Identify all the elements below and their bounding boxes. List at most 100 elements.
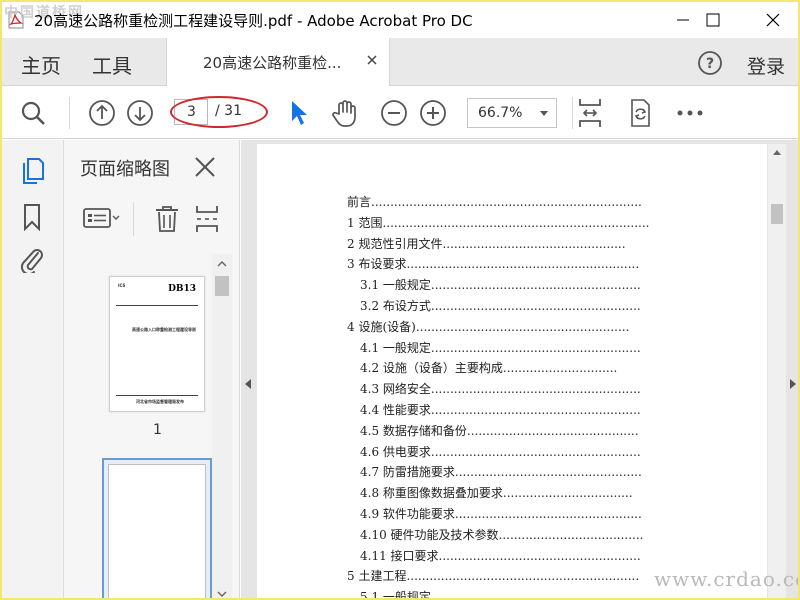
scrollbar-handle[interactable] [215, 276, 229, 296]
toc-entry[interactable]: 4.4 性能要求................................… [360, 402, 641, 418]
close-panel-icon[interactable] [194, 156, 216, 178]
fit-page-icon [579, 99, 601, 127]
scroll-up-icon[interactable] [773, 150, 781, 155]
thumbnail-header: DB13 [168, 284, 196, 294]
bookmark-icon [24, 204, 40, 231]
document-scrollbar[interactable] [768, 144, 786, 598]
toc-entry[interactable]: 2 规范性引用文件...............................… [347, 236, 626, 252]
tab-document[interactable]: 20高速公路称重检... [166, 38, 390, 86]
toc-entry[interactable]: 4 设施(设备)................................… [347, 319, 629, 335]
thumbnail-page [108, 464, 206, 598]
toc-entry[interactable]: 5.1 一般规定................................… [360, 589, 641, 598]
title-bar: 中国道桥网 20高速公路称重检测工程建设导则.pdf - Adobe Acrob… [2, 2, 798, 38]
tab-home[interactable]: 主页 [21, 50, 61, 79]
zoom-out-icon [381, 100, 407, 126]
toolbar-divider [572, 97, 573, 129]
red-annotation-ellipse [170, 96, 268, 128]
tab-tools[interactable]: 工具 [92, 50, 132, 79]
toc-entry[interactable]: 3 布设要求..................................… [347, 256, 639, 272]
thumbnail-footer: 河北省市场监督管理局发布 [136, 399, 184, 404]
zoom-value: 66.7% [478, 105, 523, 121]
toc-entry[interactable]: 前言......................................… [347, 194, 642, 210]
page-thumbnail-2[interactable] [102, 458, 212, 598]
help-icon[interactable]: ? [697, 50, 723, 76]
page-thumbnails-button[interactable] [18, 156, 46, 186]
thumbnail-options-button[interactable] [82, 204, 122, 236]
toc-entry[interactable]: 4.8 称重图像数据叠加要求..........................… [360, 485, 633, 501]
toolbar-divider [69, 97, 70, 129]
insert-page-button[interactable] [194, 204, 220, 238]
select-cursor-icon [292, 101, 307, 125]
toc-entry[interactable]: 4.6 供电要求................................… [360, 444, 641, 460]
more-tools-button[interactable] [675, 98, 705, 128]
zoom-out-button[interactable] [379, 98, 409, 128]
toc-entry[interactable]: 4.7 防雷措施要求..............................… [360, 464, 642, 480]
zoom-in-button[interactable] [418, 98, 448, 128]
rotate-icon [631, 99, 650, 127]
thumbnails-panel: 页面缩略图 ICS DB13 高速公路入口称重检测工程建设导则 河北省市场监督管… [64, 140, 240, 598]
collapse-right-icon[interactable] [790, 379, 796, 389]
document-tab-label: 20高速公路称重检... [203, 54, 342, 72]
close-tab-icon[interactable] [365, 53, 379, 67]
toc-entry[interactable]: 5 土建工程..................................… [347, 568, 639, 584]
main-toolbar: 3 / 31 66.7% [2, 87, 798, 139]
trash-icon [156, 206, 178, 232]
fit-page-button[interactable] [575, 98, 605, 128]
toc-entry[interactable]: 3.2 布设方式................................… [360, 298, 641, 314]
panel-divider [133, 202, 134, 236]
next-page-button[interactable] [125, 98, 155, 128]
maximize-button[interactable] [690, 2, 736, 38]
pdf-page: 前言......................................… [257, 144, 767, 598]
toc-entry[interactable]: 4.2 设施（设备）主要构成..........................… [360, 360, 617, 376]
attachments-button[interactable] [18, 244, 46, 274]
scrollbar-handle[interactable] [771, 204, 783, 224]
thumbnail-scrollbar[interactable] [212, 254, 232, 598]
toc-entry[interactable]: 4.11 接口要求...............................… [360, 548, 641, 564]
thumbnail-rule [116, 395, 198, 396]
tab-bar: 主页 工具 20高速公路称重检... ? 登录 [2, 38, 798, 86]
toc-entry[interactable]: 1 范围....................................… [347, 215, 649, 231]
thumbnail-title: 高速公路入口称重检测工程建设导则 [132, 327, 196, 332]
zoom-select[interactable]: 66.7% [467, 98, 557, 128]
toc-entry[interactable]: 3.1 一般规定................................… [360, 277, 641, 293]
thumbnail-ics-text: ICS [118, 283, 126, 288]
toc-entry[interactable]: 4.5 数据存储和备份.............................… [360, 423, 639, 439]
login-button[interactable]: 登录 [747, 52, 785, 79]
more-icon [677, 110, 703, 116]
search-button[interactable] [18, 98, 48, 128]
hand-tool-icon [332, 100, 356, 127]
toc-entry[interactable]: 4.1 一般规定................................… [360, 340, 641, 356]
select-tool-button[interactable] [283, 98, 313, 128]
page-thumbnail-1[interactable]: ICS DB13 高速公路入口称重检测工程建设导则 河北省市场监督管理局发布 [109, 276, 205, 412]
close-icon [766, 13, 780, 27]
collapse-left-icon[interactable] [245, 379, 251, 389]
chevron-down-icon [540, 111, 548, 116]
close-window-button[interactable] [750, 2, 796, 38]
document-viewport[interactable]: 前言......................................… [241, 140, 798, 598]
toc-entry[interactable]: 4.3 网络安全................................… [360, 381, 641, 397]
maximize-icon [706, 13, 720, 27]
rotate-button[interactable] [625, 98, 655, 128]
previous-page-icon [89, 100, 115, 126]
panel-title: 页面缩略图 [80, 159, 170, 180]
scroll-up-icon [217, 261, 227, 267]
acrobat-window: 中国道桥网 20高速公路称重检测工程建设导则.pdf - Adobe Acrob… [2, 2, 798, 598]
page-thumbnails-icon [23, 158, 44, 184]
hand-tool-button[interactable] [330, 98, 360, 128]
bookmarks-button[interactable] [18, 202, 46, 232]
minimize-icon [677, 19, 689, 21]
delete-page-button[interactable] [154, 204, 180, 238]
zoom-in-icon [420, 100, 446, 126]
site-watermark-url: www.crdao.com [654, 567, 798, 591]
toc-entry[interactable]: 4.10 硬件功能及技术参数..........................… [360, 527, 643, 543]
previous-page-button[interactable] [87, 98, 117, 128]
next-page-icon [127, 100, 153, 126]
toc-entry[interactable]: 4.9 软件功能要求..............................… [360, 506, 642, 522]
window-title: 20高速公路称重检测工程建设导则.pdf - Adobe Acrobat Pro… [34, 12, 473, 30]
navigation-rail [2, 140, 64, 598]
thumbnail-page-number: 1 [153, 422, 162, 438]
thumbnail-rule [116, 305, 198, 306]
svg-text:?: ? [706, 56, 714, 72]
thumbnail-options-icon [83, 208, 120, 228]
paperclip-icon [20, 249, 43, 273]
